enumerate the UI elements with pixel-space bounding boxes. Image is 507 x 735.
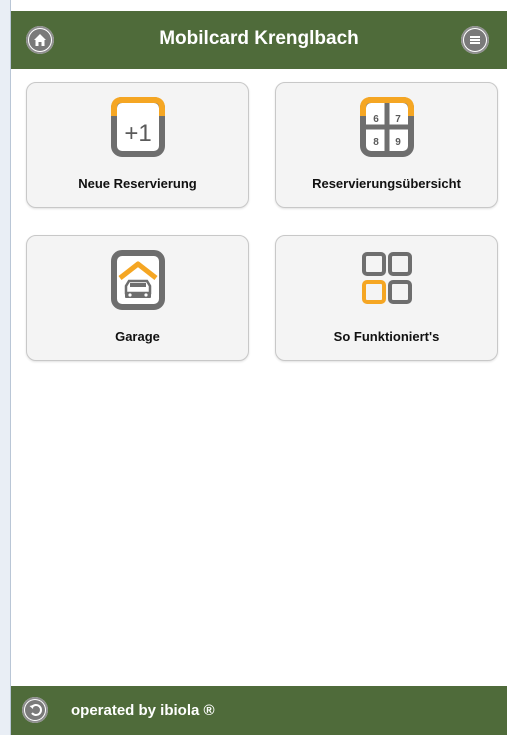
header-bar: Mobilcard Krenglbach	[11, 11, 507, 69]
calendar-grid-icon: 6 7 8 9	[359, 95, 414, 157]
header-top-gap	[11, 0, 507, 11]
svg-text:6: 6	[373, 114, 379, 125]
garage-car-icon	[110, 248, 165, 310]
tile-so-funktionierts[interactable]: So Funktioniert's	[275, 235, 498, 361]
footer-credit: operated by ibiola ®	[71, 702, 215, 719]
svg-text:8: 8	[373, 137, 379, 148]
back-icon	[25, 700, 45, 720]
tile-label: So Funktioniert's	[333, 329, 440, 344]
plus-one-icon: +1	[110, 95, 165, 157]
home-icon	[29, 29, 51, 51]
tile-label: Garage	[115, 329, 160, 344]
page-title: Mobilcard Krenglbach	[159, 28, 359, 49]
tile-label: Neue Reservierung	[78, 176, 197, 191]
tile-label: Reservierungsübersicht	[312, 176, 461, 191]
tile-garage[interactable]: Garage	[26, 235, 249, 361]
app-container: Mobilcard Krenglbach +1 Neue Reservierun…	[11, 0, 507, 735]
menu-icon	[464, 29, 486, 51]
left-window-edge	[0, 0, 11, 735]
squares-grid-icon	[360, 248, 414, 310]
back-button[interactable]	[22, 697, 48, 723]
footer-bar: operated by ibiola ®	[11, 686, 507, 735]
menu-button[interactable]	[461, 26, 489, 54]
svg-text:7: 7	[395, 114, 401, 125]
tile-neue-reservierung[interactable]: +1 Neue Reservierung	[26, 82, 249, 208]
home-button[interactable]	[26, 26, 54, 54]
svg-text:9: 9	[395, 137, 401, 148]
svg-text:+1: +1	[124, 120, 151, 147]
tile-reservierungsuebersicht[interactable]: 6 7 8 9 Reservierungsübersicht	[275, 82, 498, 208]
